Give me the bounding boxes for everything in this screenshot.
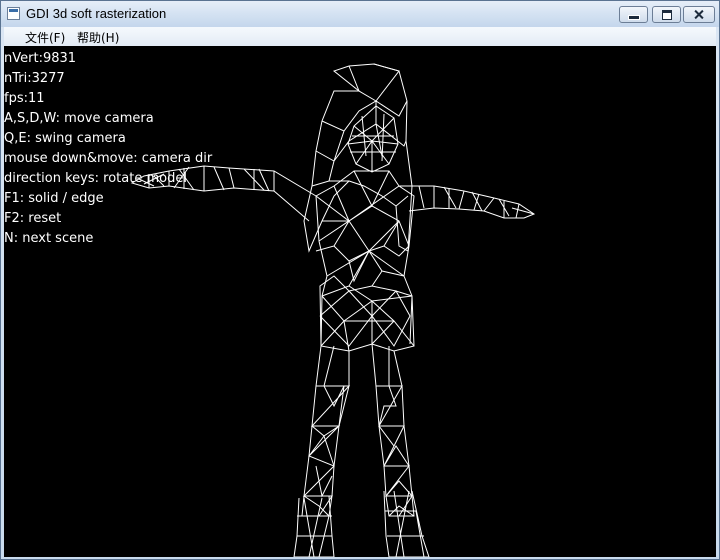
render-viewport[interactable]: nVert:9831 nTri:3277 fps:11 A,S,D,W: mov… [4,46,716,557]
app-icon[interactable] [7,7,20,20]
wire-torso [315,170,415,352]
stats-overlay: nVert:9831 nTri:3277 fps:11 A,S,D,W: mov… [4,51,212,251]
help-reset: F2: reset [4,211,62,226]
wire-right-boot [383,490,430,557]
maximize-button[interactable] [652,6,681,23]
menu-file[interactable]: 文件(F) [25,29,65,46]
wire-right-arm [399,185,536,219]
window-title: GDI 3d soft rasterization [26,6,167,21]
wire-hair [303,63,413,253]
menu-help[interactable]: 帮助(H) [77,29,119,46]
stat-fps: fps:11 [4,91,45,106]
title-bar[interactable]: GDI 3d soft rasterization [1,1,719,27]
help-move-camera: A,S,D,W: move camera [4,111,154,126]
menu-bar: 文件(F) 帮助(H) [4,27,716,46]
help-rotate-model: direction keys: rotate model [4,171,187,186]
wire-left-boot [293,495,335,557]
wire-right-leg [371,343,415,517]
help-camera-dir: mouse down&move: camera dir [4,151,213,166]
help-solid-edge: F1: solid / edge [4,191,104,206]
close-button[interactable] [683,6,715,23]
wire-hips [319,275,413,347]
stat-ntri: nTri:3277 [4,71,65,86]
app-window: GDI 3d soft rasterization 文件(F) 帮助(H) nV… [0,0,720,560]
minimize-button[interactable] [619,6,648,23]
help-next-scene: N: next scene [4,231,94,246]
stat-nvert: nVert:9831 [4,51,77,66]
help-swing-camera: Q,E: swing camera [4,131,126,146]
